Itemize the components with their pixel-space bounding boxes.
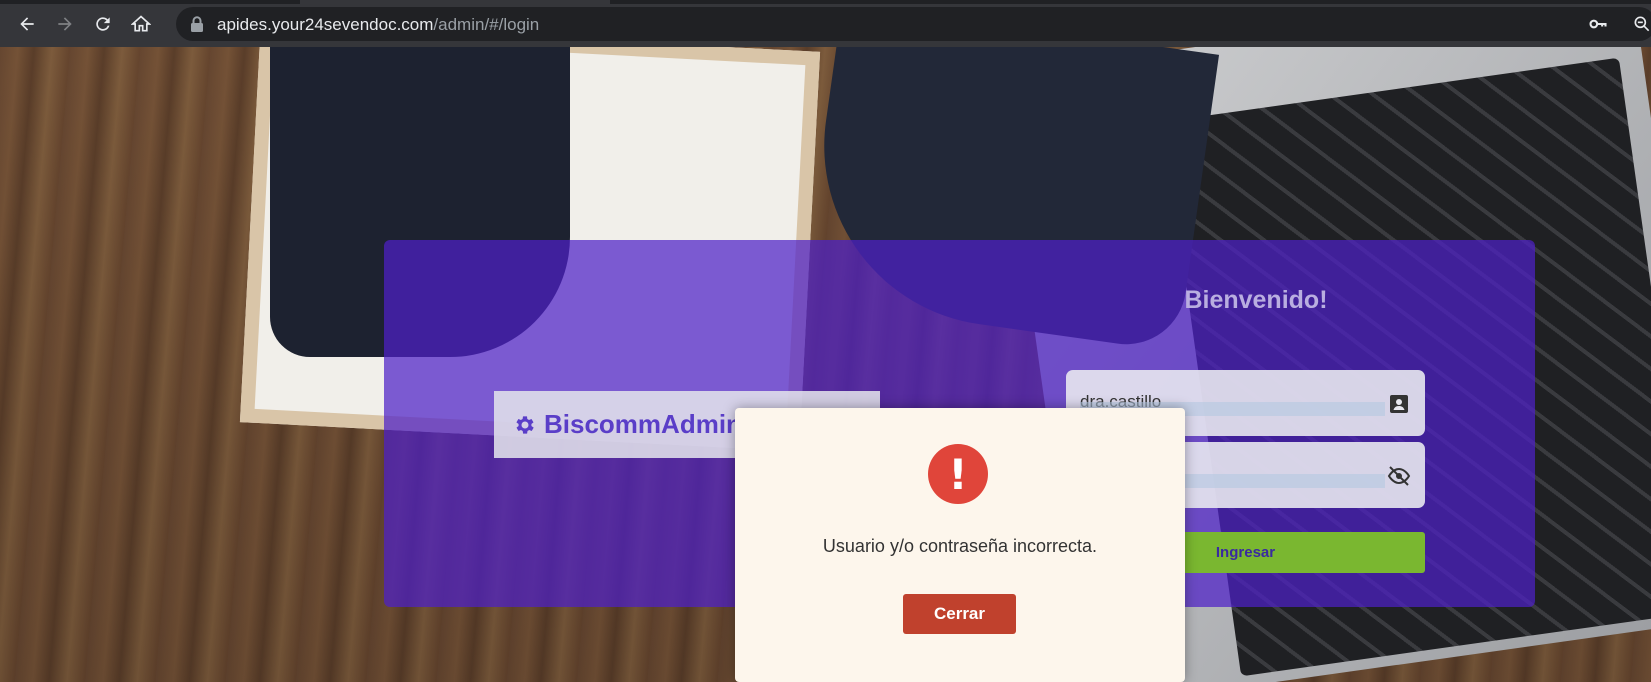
reload-icon: [96, 17, 110, 31]
contact-card-icon: [1390, 395, 1408, 413]
home-icon: [131, 15, 151, 32]
zoom-icon[interactable]: [1632, 14, 1651, 34]
back-button[interactable]: [14, 11, 40, 37]
key-icon[interactable]: [1588, 14, 1608, 34]
address-bar[interactable]: apides.your24sevendoc.com/admin/#/login: [176, 7, 1651, 41]
back-icon: [20, 17, 34, 31]
url-text[interactable]: apides.your24sevendoc.com/admin/#/login: [217, 15, 539, 35]
gear-icon: [516, 415, 534, 434]
error-icon: !: [928, 444, 988, 504]
active-tab[interactable]: [300, 0, 610, 4]
home-button[interactable]: [128, 11, 154, 37]
close-button[interactable]: Cerrar: [903, 594, 1016, 634]
welcome-heading: Bienvenido!: [1184, 286, 1328, 314]
error-dialog: ! Usuario y/o contraseña incorrecta. Cer…: [735, 408, 1185, 682]
error-message: Usuario y/o contraseña incorrecta.: [822, 536, 1098, 556]
eye-off-icon[interactable]: [1387, 464, 1411, 488]
reload-button[interactable]: [90, 11, 116, 37]
tab-strip: [0, 0, 1651, 4]
brand-name: BiscommAdmin: [544, 409, 742, 439]
forward-icon: [58, 17, 72, 31]
forward-button[interactable]: [52, 11, 78, 37]
url-path: /admin/#/login: [433, 15, 540, 34]
url-host: apides.your24sevendoc.com: [217, 15, 434, 34]
lock-icon[interactable]: [190, 16, 204, 32]
browser-toolbar: apides.your24sevendoc.com/admin/#/login: [0, 0, 1651, 47]
